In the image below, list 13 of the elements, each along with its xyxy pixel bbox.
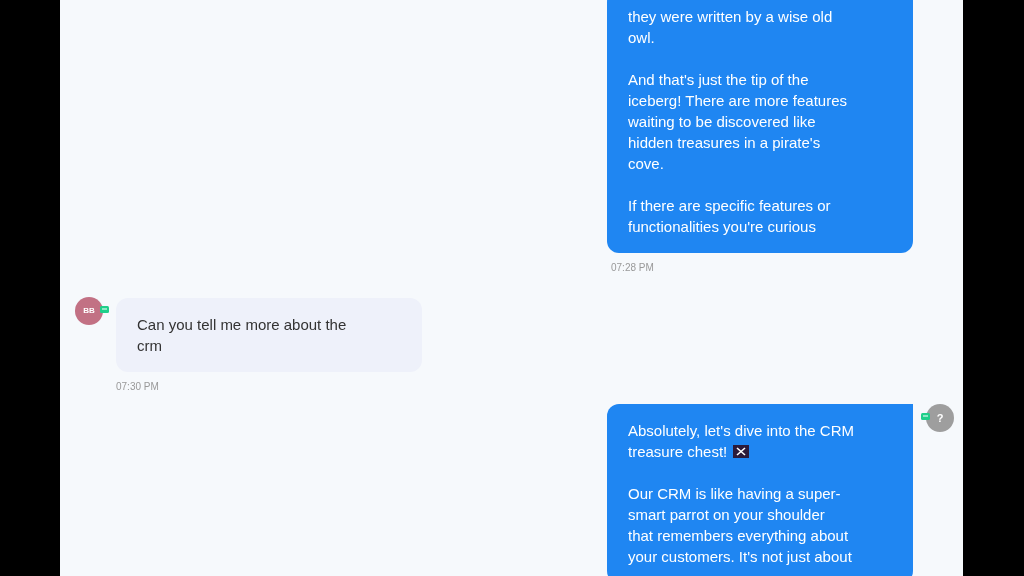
crossbones-icon <box>733 445 750 458</box>
avatar-initials: BB <box>83 305 95 317</box>
message-text: Can you tell me more about the crm <box>137 315 348 356</box>
message-text: they were written by a wise old owl. <box>628 7 834 48</box>
message-text: And that's just the tip of the iceberg! There are more features waiting to be discovered like hidden treasures in a pirate's cove. <box>628 70 848 174</box>
chat-badge-icon <box>921 413 930 421</box>
message-time: 07:30 PM <box>116 380 160 394</box>
avatar-initials: ? <box>936 410 944 426</box>
message-time: 07:28 PM <box>611 261 655 275</box>
chat-badge-icon <box>100 306 109 314</box>
message-text: Absolutely, let's dive into the CRM treasure chest! <box>628 421 856 462</box>
message-text: Our CRM is like having a super- smart parrot on your shoulder that remembers everything about your customers. It's not just about <box>628 484 853 567</box>
message-text: If there are specific features or functionalities you're curious <box>628 196 832 237</box>
